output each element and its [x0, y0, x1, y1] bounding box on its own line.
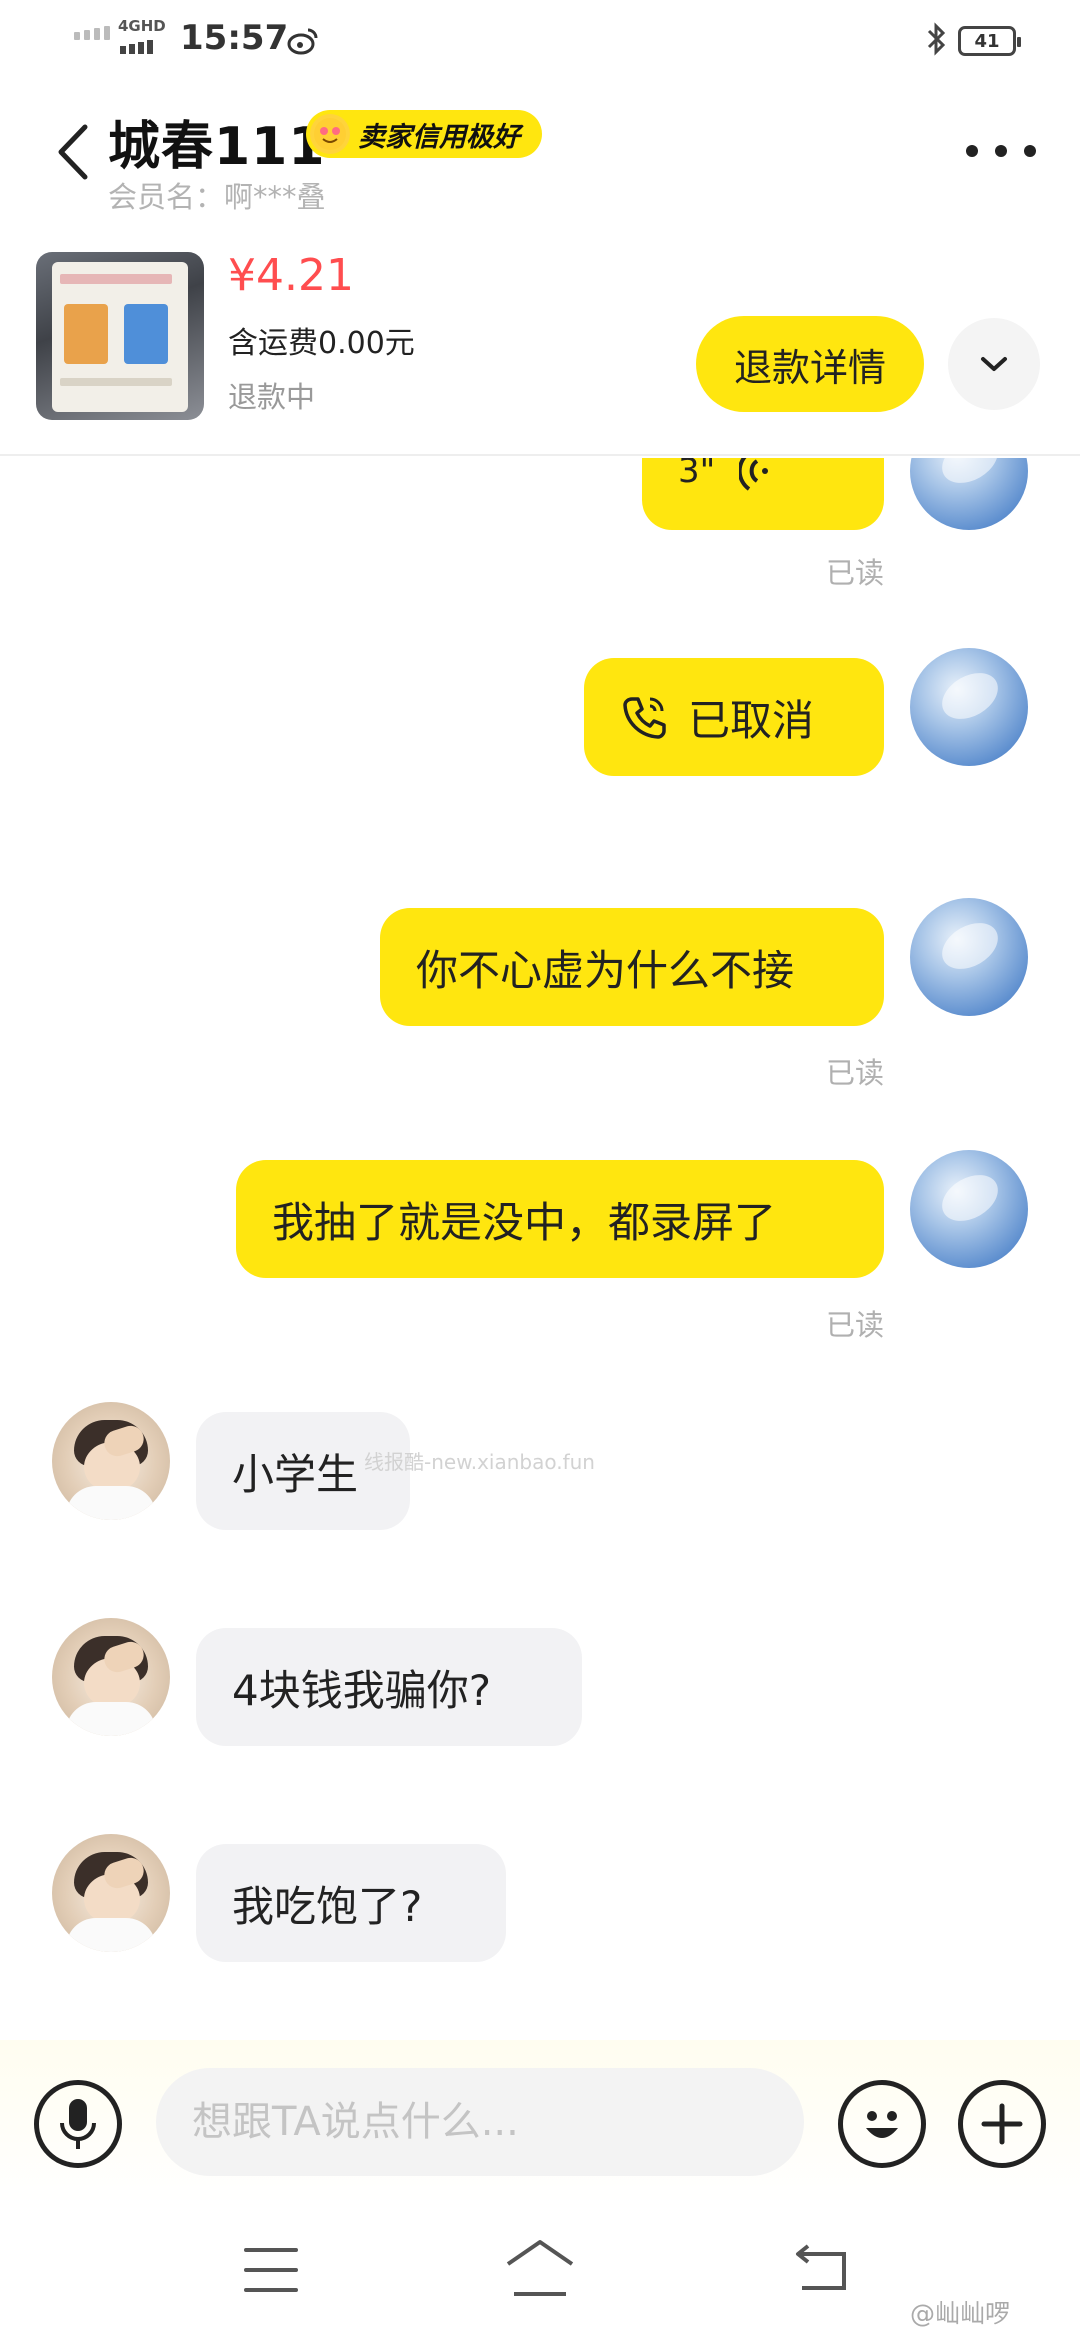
read-receipt: 已读 [826, 1308, 885, 1342]
back-nav-icon[interactable] [794, 2244, 852, 2292]
voice-wave-icon [739, 458, 769, 491]
network-type: 4GHD [118, 17, 166, 35]
plus-icon [981, 2103, 1023, 2145]
more-icon [966, 145, 978, 157]
menu-icon[interactable] [244, 2248, 298, 2292]
member-name: 会员名：啊***叠 [108, 180, 326, 214]
chat-area[interactable]: 3" 已读 已取消 你不心虚为什么不接 已读 我抽了就是没中，都录屏了 已读 小… [0, 458, 1080, 2040]
chat-header: 城春111 卖家信用极好 会员名：啊***叠 [0, 90, 1080, 220]
message-bubble[interactable]: 你不心虚为什么不接 [380, 908, 884, 1026]
expand-button[interactable] [948, 318, 1040, 410]
call-message[interactable]: 已取消 [584, 658, 884, 776]
network-signal-icon [120, 40, 153, 54]
product-thumbnail[interactable] [36, 252, 204, 420]
product-card[interactable]: ¥4.21 含运费0.00元 退款中 退款详情 [0, 240, 1080, 456]
product-price: ¥4.21 [228, 250, 354, 301]
mic-icon [60, 2099, 96, 2149]
avatar[interactable] [910, 648, 1028, 766]
input-bar [0, 2040, 1080, 2204]
avatar[interactable] [910, 458, 1028, 530]
avatar[interactable] [52, 1618, 170, 1736]
message-bubble[interactable]: 我抽了就是没中，都录屏了 [236, 1160, 884, 1278]
battery-level: 41 [974, 30, 1000, 52]
smile-emoji-icon [310, 114, 350, 154]
avatar[interactable] [910, 898, 1028, 1016]
avatar[interactable] [910, 1150, 1028, 1268]
voice-input-button[interactable] [34, 2080, 122, 2168]
message-bubble[interactable]: 我吃饱了? [196, 1844, 506, 1962]
avatar[interactable] [52, 1834, 170, 1952]
message-bubble[interactable]: 4块钱我骗你? [196, 1628, 582, 1746]
system-nav-bar: @屾屾啰 [0, 2210, 1080, 2340]
refund-details-button[interactable]: 退款详情 [696, 316, 924, 412]
more-button[interactable] [966, 136, 1036, 166]
bluetooth-icon [926, 22, 948, 64]
phone-icon [623, 697, 666, 739]
shipping-fee: 含运费0.00元 [228, 326, 415, 361]
chevron-down-icon [981, 357, 1007, 371]
back-button[interactable] [50, 120, 94, 184]
back-arrow-icon [58, 124, 88, 180]
avatar[interactable] [52, 1402, 170, 1520]
more-actions-button[interactable] [958, 2080, 1046, 2168]
weibo-credit: @屾屾啰 [910, 2299, 1011, 2328]
credit-badge-label: 卖家信用极好 [358, 121, 520, 153]
emoji-icon [866, 2111, 898, 2138]
signal-icon [74, 26, 110, 40]
credit-badge[interactable]: 卖家信用极好 [306, 110, 542, 158]
voice-duration: 3" [678, 458, 716, 491]
watermark: 线报酷-new.xianbao.fun [364, 1450, 595, 1474]
read-receipt: 已读 [826, 1056, 885, 1090]
order-status: 退款中 [228, 380, 316, 414]
seller-name[interactable]: 城春111 [108, 104, 326, 179]
home-icon[interactable] [504, 2238, 576, 2298]
call-status: 已取消 [688, 695, 815, 745]
message-input[interactable] [156, 2068, 804, 2176]
weibo-icon [287, 28, 318, 55]
status-time: 15:57 [180, 18, 289, 58]
battery-icon: 41 [958, 26, 1021, 56]
emoji-button[interactable] [838, 2080, 926, 2168]
read-receipt: 已读 [826, 556, 885, 590]
status-bar: 4GHD 15:57 41 [0, 0, 1080, 84]
voice-message[interactable]: 3" [642, 458, 884, 530]
